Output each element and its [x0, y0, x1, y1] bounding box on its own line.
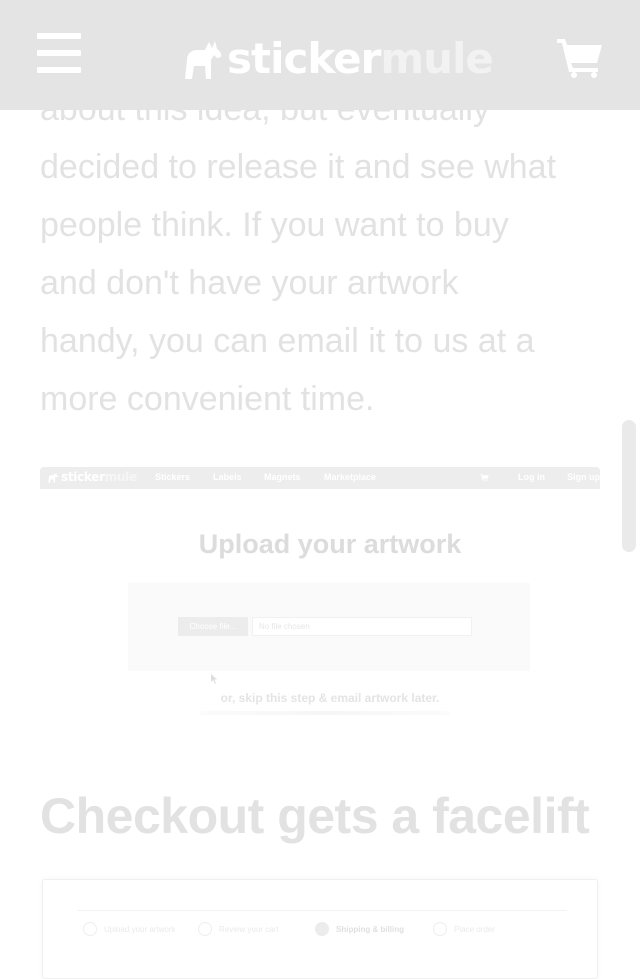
step-label: Shipping & billing [336, 924, 404, 934]
sticker-mule-logo[interactable]: sticker mule [179, 30, 494, 83]
screenshot-title: Upload your artwork [198, 529, 462, 559]
checkout-screenshot: Upload your artwork Review your cart Shi… [42, 879, 598, 979]
upload-artwork-screenshot: sticker mule Stickers Labels Magnets Mark… [40, 467, 600, 727]
paragraph-line: handy, you can email it to us at a [40, 322, 535, 360]
screenshot-signup: Sign up [567, 472, 600, 482]
shopping-cart-icon[interactable] [556, 36, 604, 78]
hamburger-menu-icon[interactable] [37, 33, 81, 73]
checkout-step: Shipping & billing [315, 922, 404, 936]
screenshot-choose-file-button: Choose file... [178, 617, 248, 636]
step-indicator [83, 922, 97, 936]
checkout-step: Place order [433, 922, 495, 936]
screenshot-cart-icon [480, 474, 489, 481]
site-header: sticker mule [0, 0, 640, 110]
screenshot-logo-mule: mule [104, 470, 137, 484]
screenshot-navbar: sticker mule Stickers Labels Magnets Mark… [40, 467, 600, 489]
step-indicator [198, 922, 212, 936]
step-indicator-active [315, 922, 329, 936]
step-label: Place order [454, 924, 495, 934]
checkout-step: Review your cart [198, 922, 279, 936]
screenshot-skip-link: or, skip this step & email artwork later… [220, 691, 440, 705]
screenshot-nav-labels: Labels [213, 472, 242, 482]
mule-icon [185, 41, 222, 79]
step-label: Review your cart [219, 924, 279, 934]
screenshot-login: Log in [518, 472, 545, 482]
screenshot-logo: sticker mule [46, 470, 137, 484]
menu-bar-bottom [37, 67, 81, 73]
screenshot-nav-stickers: Stickers [155, 472, 191, 482]
paragraph-line: decided to release it and see what [40, 148, 557, 186]
paragraph-line: people think. If you want to buy [40, 206, 509, 244]
paragraph-line: and don't have your artwork [40, 264, 459, 302]
screenshot-divider [77, 910, 567, 911]
section-heading: Checkout gets a facelift [40, 788, 590, 844]
screenshot-upload-box: Choose file... No file chosen [128, 583, 530, 671]
menu-bar-top [37, 33, 81, 39]
mouse-pointer-icon [211, 674, 217, 684]
menu-bar-middle [37, 50, 81, 56]
screenshot-faint-text [200, 711, 450, 715]
logo-text-mule: mule [380, 34, 494, 83]
logo-text-sticker: sticker [227, 34, 381, 83]
checkout-step: Upload your artwork [83, 922, 176, 936]
screenshot-logo-sticker: sticker [61, 470, 105, 484]
step-label: Upload your artwork [104, 924, 176, 934]
scrollbar-thumb[interactable] [622, 420, 636, 552]
screenshot-nav-marketplace: Marketplace [324, 472, 377, 482]
paragraph-line: more convenient time. [40, 380, 375, 418]
step-indicator [433, 922, 447, 936]
mule-icon [48, 472, 58, 483]
screenshot-file-field: No file chosen [252, 617, 472, 636]
article-paragraph: about this idea, but eventually decided … [40, 80, 610, 428]
screenshot-nav-magnets: Magnets [264, 472, 301, 482]
